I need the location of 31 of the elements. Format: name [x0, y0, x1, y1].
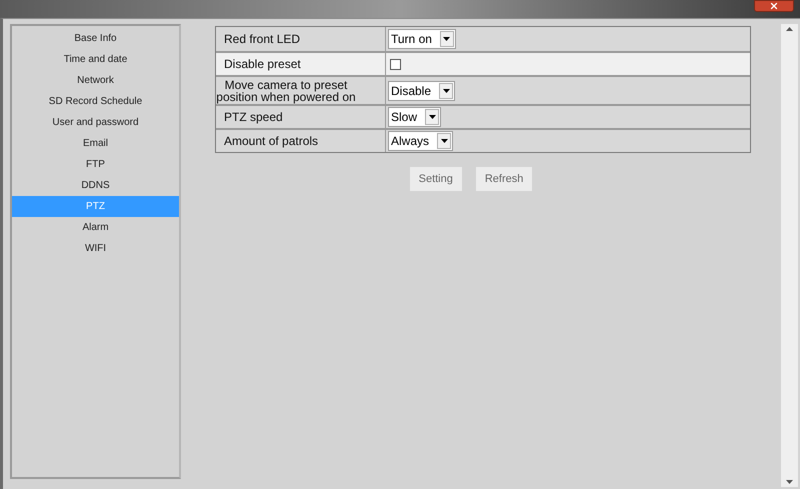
sidebar-item[interactable]: Time and date: [12, 49, 179, 70]
dropdown[interactable]: Turn on: [388, 29, 456, 49]
checkbox[interactable]: [390, 58, 401, 70]
sidebar-item[interactable]: Email: [12, 133, 179, 154]
scroll-down-icon[interactable]: [786, 480, 793, 484]
close-icon: [769, 1, 779, 11]
scrollbar[interactable]: [781, 24, 798, 487]
sidebar-item[interactable]: DDNS: [12, 175, 179, 196]
dropdown[interactable]: Always: [388, 131, 454, 151]
setting-label: Red front LED: [223, 31, 300, 48]
close-button[interactable]: [754, 0, 794, 12]
setting-label: PTZ speed: [223, 109, 283, 126]
caret-icon: [439, 82, 454, 98]
caret-icon: [437, 133, 452, 149]
sidebar-item[interactable]: Alarm: [12, 217, 179, 238]
setting-label: Amount of patrols: [223, 133, 318, 150]
setting-label: Move camera to preset position when powered on: [216, 78, 356, 102]
sidebar-item[interactable]: Network: [12, 70, 179, 91]
dropdown[interactable]: Slow: [388, 107, 442, 127]
dropdown[interactable]: Disable: [388, 80, 456, 100]
action-button[interactable]: Setting: [410, 167, 462, 191]
sidebar-item[interactable]: Base Info: [12, 28, 179, 49]
sidebar-item[interactable]: WIFI: [12, 238, 179, 259]
action-button[interactable]: Refresh: [476, 167, 532, 191]
sidebar-item[interactable]: User and password: [12, 112, 179, 133]
caret-icon: [440, 31, 454, 47]
setting-label: Disable preset: [223, 56, 301, 73]
sidebar-item[interactable]: FTP: [12, 154, 179, 175]
caret-icon: [425, 109, 440, 125]
scroll-up-icon[interactable]: [786, 27, 793, 31]
sidebar-item[interactable]: SD Record Schedule: [12, 91, 179, 112]
